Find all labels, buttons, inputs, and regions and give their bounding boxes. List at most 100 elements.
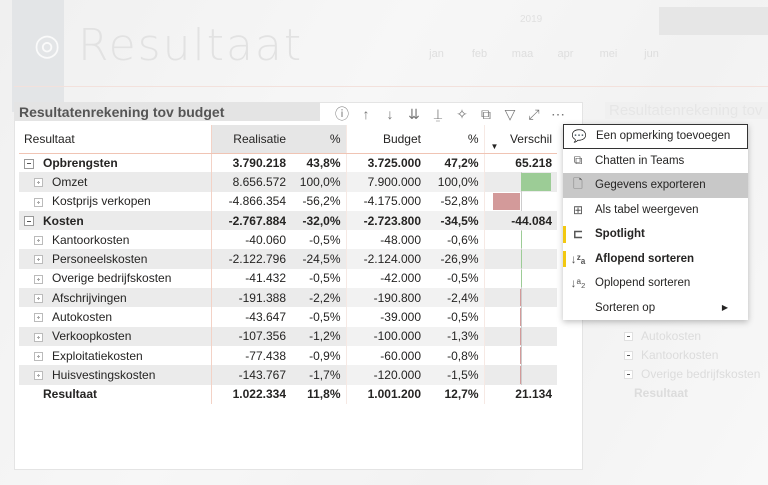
menu-item-spotlight[interactable]: ⊏ Spotlight [563, 222, 748, 247]
expand-icon[interactable] [34, 332, 43, 342]
drill-down-icon[interactable]: ↓ [381, 106, 399, 122]
column-header-realisatie[interactable]: Realisatie [210, 125, 291, 154]
table-row[interactable]: Exploitatiekosten -77.438 -0,9% -60.000 -0,8… [19, 345, 557, 366]
menu-item-oplopend-sorteren[interactable]: ↓ᵃ₂ Oplopend sorteren [563, 271, 748, 296]
matrix-visual[interactable]: Resultatenrekening tov budget ⓘ ↑ ↓ ⇊ ⍊ … [14, 102, 583, 470]
cell-pct-realisatie: -0,9% [309, 348, 341, 363]
cell-pct-realisatie: 11,8% [307, 387, 341, 402]
menu-item-sorteren-op[interactable]: Sorteren op ▶ [563, 296, 748, 321]
menu-item-gegevens-exporteren[interactable]: 🗋 Gegevens exporteren [563, 173, 748, 198]
teams-icon: ⧉ [573, 153, 583, 168]
focus-mode-icon[interactable]: ⤢ [525, 106, 543, 123]
menu-item-een-opmerking-toevoegen[interactable]: 💬 Een opmerking toevoegen [563, 124, 748, 149]
expand-icon[interactable] [34, 236, 43, 246]
table-row[interactable]: Huisvestingskosten -143.767 -1,7% -120.000-… [19, 365, 557, 385]
column-header-pct-budget[interactable]: % [426, 125, 484, 154]
table-row[interactable]: Omzet 8.656.572 100,0% 7.900.000 100,0% [19, 172, 557, 192]
cell-pct-budget: -26,9% [426, 249, 484, 269]
menu-item-als-tabel-weergeven[interactable]: ⊞ Als tabel weergeven [563, 198, 748, 223]
cell-budget: -2.124.000 [345, 249, 426, 269]
cell-budget: 7.900.000 [345, 172, 426, 192]
column-header-resultaat[interactable]: Resultaat [19, 125, 211, 154]
ghost-row: Resultaat [634, 386, 689, 400]
table-row[interactable]: Kosten -2.767.884 -32,0% -2.723.800 -34,5% -4… [19, 210, 557, 231]
cell-pct-realisatie: -0,5% [309, 271, 341, 286]
cell-verschil-bar [483, 288, 557, 308]
copy-icon[interactable]: ⧉ [477, 106, 495, 123]
expand-icon[interactable] [34, 371, 43, 381]
ghost-row: Autokosten [620, 327, 760, 346]
cell-verschil-bar [483, 191, 557, 211]
expand-icon[interactable] [34, 313, 43, 323]
table-row[interactable]: Resultaat 1.022.334 11,8% 1.001.200 12,7% 21.… [19, 384, 557, 404]
divider [14, 86, 768, 87]
cell-budget: -48.000 [345, 230, 426, 250]
table-row[interactable]: Autokosten -43.647 -0,5% -39.000 -0,5% [19, 307, 557, 327]
slicer-block [659, 7, 768, 35]
ghost-row: Kantoorkosten [620, 346, 760, 365]
cell-pct-realisatie: -56,2% [302, 194, 341, 209]
table-row[interactable]: Overige bedrijfskosten -41.432 -0,5% -42.00… [19, 268, 557, 289]
cell-pct-realisatie: -0,5% [309, 232, 341, 247]
cell-pct-realisatie: -0,5% [309, 310, 341, 325]
collapse-icon[interactable] [24, 158, 34, 169]
sort-ascending-icon: ↓ᵃ₂ [570, 276, 586, 291]
expand-icon[interactable] [34, 351, 43, 361]
hierarchy-icon[interactable]: ⍊ [429, 106, 447, 123]
more-options-icon[interactable]: ⋯ [549, 106, 567, 123]
verschil-bar [519, 327, 521, 345]
column-header-budget[interactable]: Budget [345, 125, 426, 154]
verschil-bar [520, 250, 522, 268]
row-label: Resultaat [43, 387, 98, 402]
cell-pct-budget: -0,5% [447, 310, 479, 325]
background-visual-title: Resultatenrekening tov [605, 102, 768, 119]
month-apr[interactable]: apr [544, 48, 587, 60]
cell-pct-budget: -1,3% [426, 326, 484, 346]
cell-verschil-bar [483, 172, 557, 192]
filter-icon[interactable]: ▽ [501, 106, 519, 123]
table-row[interactable]: Personeelskosten -2.122.796 -24,5% -2.124.0… [19, 249, 557, 269]
table-row[interactable]: Kantoorkosten -40.060 -0,5% -48.000 -0,6% [19, 230, 557, 250]
spotlight-icon: ⊏ [572, 227, 584, 242]
row-label: Kantoorkosten [19, 230, 211, 249]
expand-icon[interactable] [34, 294, 43, 304]
report-title: Resultaat [78, 20, 304, 71]
table-row[interactable]: Opbrengsten 3.790.218 43,8% 3.725.000 47,2% 6… [19, 153, 557, 173]
verschil-bar [519, 346, 521, 365]
column-header-pct-realisatie[interactable]: % [291, 125, 346, 154]
pin-icon[interactable]: ✧ [453, 106, 471, 123]
expand-icon[interactable] [34, 274, 43, 284]
month-jun[interactable]: jun [630, 48, 673, 60]
month-maa[interactable]: maa [501, 48, 544, 60]
cell-realisatie: -107.356 [210, 326, 291, 346]
collapse-icon[interactable] [24, 216, 34, 227]
context-menu: 💬 Een opmerking toevoegen ⧉ Chatten in Team… [563, 124, 748, 320]
menu-item-chatten-in-teams[interactable]: ⧉ Chatten in Teams [563, 149, 748, 174]
cell-pct-budget: 12,7% [444, 387, 479, 402]
expand-icon[interactable] [34, 178, 43, 188]
month-mei[interactable]: mei [587, 48, 630, 60]
cell-budget: -60.000 [345, 345, 426, 366]
cell-realisatie: -2.767.884 [210, 210, 291, 231]
header-row: Resultaat Realisatie % Budget % Verschil… [19, 125, 557, 154]
expand-icon[interactable] [34, 255, 43, 265]
row-label: Exploitatiekosten [19, 346, 211, 365]
month-feb[interactable]: feb [458, 48, 501, 60]
row-label: Verkoopkosten [19, 326, 211, 346]
expand-all-icon[interactable]: ⇊ [405, 106, 423, 123]
matrix-table: Resultaat Realisatie % Budget % Verschil… [19, 125, 557, 404]
drill-up-icon[interactable]: ↑ [357, 106, 375, 122]
cell-realisatie: 3.790.218 [210, 153, 291, 173]
table-row[interactable]: Afschrijvingen -191.388 -2,2% -190.800 -2,4% [19, 288, 557, 308]
column-header-verschil[interactable]: Verschil ▼ [483, 125, 557, 154]
menu-item-aflopend-sorteren[interactable]: ↓ᶻₐ Aflopend sorteren [563, 247, 748, 272]
month-jan[interactable]: jan [415, 48, 458, 60]
expand-icon[interactable] [34, 197, 43, 207]
help-icon[interactable]: ⓘ [333, 104, 351, 124]
table-row[interactable]: Verkoopkosten -107.356 -1,2% -100.000 -1,3% [19, 326, 557, 346]
cell-pct-realisatie: 43,8% [306, 155, 341, 170]
table-row[interactable]: Kostprijs verkopen -4.866.354 -56,2% -4.175… [19, 191, 557, 211]
cell-pct-budget: -0,8% [447, 348, 479, 363]
comment-icon: 💬 [571, 129, 587, 144]
cell-pct-realisatie: -32,0% [291, 210, 346, 231]
